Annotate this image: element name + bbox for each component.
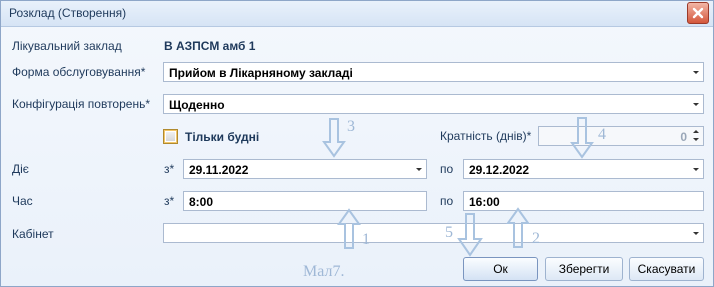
facility-value: В АЗПСМ амб 1 xyxy=(164,39,256,53)
multiplicity-value: 0 xyxy=(680,130,687,144)
window-title: Розклад (Створення) xyxy=(9,6,127,20)
annotation-arrow-down-icon xyxy=(322,118,346,158)
from-date-label: з* xyxy=(164,162,175,176)
service-form-label: Форма обслуговування* xyxy=(12,65,146,79)
repeat-config-value: Щоденно xyxy=(169,98,225,112)
annotation-arrow-up-icon xyxy=(337,208,361,249)
save-button[interactable]: Зберегти xyxy=(545,257,623,281)
chevron-down-icon xyxy=(693,168,699,171)
annotation-number: 3 xyxy=(347,118,355,135)
close-button[interactable] xyxy=(687,2,709,24)
time-from-value: 8:00 xyxy=(189,195,214,209)
schedule-dialog: Розклад (Створення) Лікувальний заклад В… xyxy=(0,0,714,287)
title-bar: Розклад (Створення) xyxy=(1,1,713,27)
annotation-number: 2 xyxy=(532,230,540,247)
service-form-value: Прийом в Лікарняному закладі xyxy=(169,66,353,80)
to-date-value: 29.12.2022 xyxy=(469,163,530,177)
to-date-label: по xyxy=(440,162,454,176)
time-to-label: по xyxy=(440,194,454,208)
annotation-number: 1 xyxy=(362,231,370,248)
annotation-number: 5 xyxy=(445,224,453,241)
to-date-field[interactable]: 29.12.2022 xyxy=(463,159,704,179)
repeat-config-select[interactable]: Щоденно xyxy=(163,94,704,114)
annotation-number: 4 xyxy=(598,126,606,143)
chevron-down-icon xyxy=(693,232,699,235)
chevron-down-icon xyxy=(693,103,699,106)
cancel-button[interactable]: Скасувати xyxy=(629,257,704,281)
spinner-arrows-icon[interactable] xyxy=(692,128,701,144)
cabinet-select[interactable] xyxy=(163,223,704,243)
multiplicity-spinner[interactable]: 0 xyxy=(538,126,704,146)
annotation-arrow-up-icon xyxy=(506,207,530,248)
time-to-field[interactable]: 16:00 xyxy=(463,191,704,211)
annotation-arrow-down-icon xyxy=(457,213,483,257)
weekdays-only-checkbox[interactable] xyxy=(163,129,178,144)
chevron-down-icon xyxy=(693,71,699,74)
from-date-field[interactable]: 29.11.2022 xyxy=(183,159,427,179)
annotation-arrow-down-icon xyxy=(570,117,594,159)
from-date-value: 29.11.2022 xyxy=(189,163,249,177)
chevron-down-icon xyxy=(416,168,422,171)
facility-label: Лікувальний заклад xyxy=(12,39,122,53)
time-label: Час xyxy=(12,194,33,208)
close-icon xyxy=(692,7,704,19)
multiplicity-label: Кратність (днів)* xyxy=(440,129,532,143)
cabinet-label: Кабінет xyxy=(12,227,54,241)
valid-label: Діє xyxy=(12,162,29,176)
time-to-value: 16:00 xyxy=(469,195,500,209)
time-from-field[interactable]: 8:00 xyxy=(183,191,427,211)
weekdays-only-label: Тільки будні xyxy=(185,130,260,144)
repeat-config-label: Конфігурація повторень* xyxy=(12,97,151,111)
service-form-select[interactable]: Прийом в Лікарняному закладі xyxy=(163,62,704,82)
ok-button[interactable]: Ок xyxy=(463,257,538,281)
figure-caption: Мал7. xyxy=(303,263,345,280)
time-from-label: з* xyxy=(164,194,175,208)
